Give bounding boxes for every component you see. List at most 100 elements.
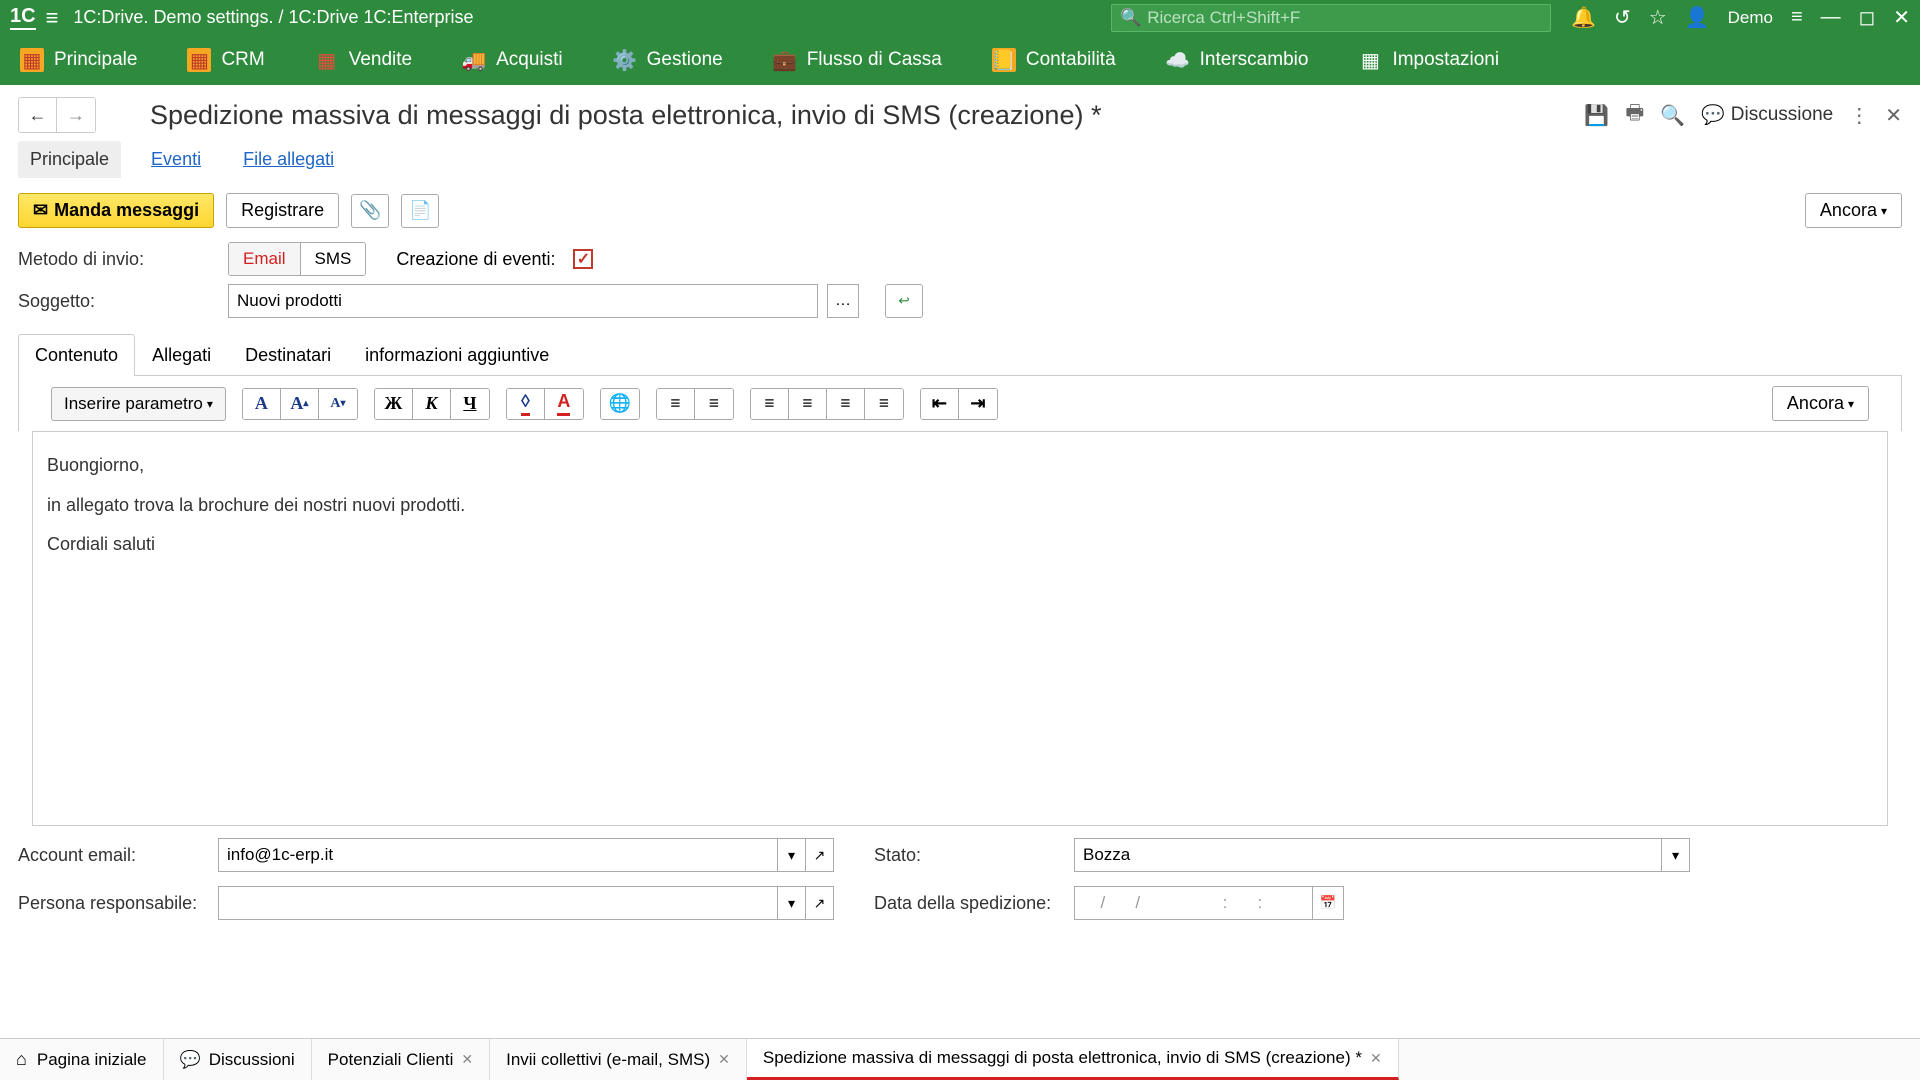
btab-invii[interactable]: Invii collettivi (e-mail, SMS) ✕ — [490, 1039, 747, 1080]
settings-icon[interactable]: ≡ — [1791, 6, 1803, 29]
indent-right-button[interactable]: ⇥ — [959, 389, 997, 419]
create-events-checkbox[interactable]: ✓ — [573, 249, 593, 269]
discussione-button[interactable]: 💬 Discussione — [1701, 103, 1833, 127]
print-icon[interactable]: 🖶 — [1625, 98, 1644, 132]
nav-gestione[interactable]: ⚙️Gestione — [613, 48, 723, 72]
bold-button[interactable]: Ж — [375, 389, 413, 419]
btab-spedizione[interactable]: Spedizione massiva di messaggi di posta … — [747, 1039, 1399, 1080]
link-button[interactable]: 🌐 — [601, 389, 639, 419]
account-input[interactable] — [218, 838, 778, 872]
nav-flusso[interactable]: 💼Flusso di Cassa — [773, 48, 942, 72]
btab-home[interactable]: ⌂ Pagina iniziale — [0, 1039, 164, 1080]
minimize-icon[interactable]: — — [1821, 6, 1841, 29]
blocks-icon: ▦ — [1358, 48, 1382, 72]
nav-contabilita[interactable]: 📒Contabilità — [992, 48, 1116, 72]
editor-toolbar: Inserire parametro A A▴ A▾ Ж К Ч ◊ A 🌐 ≡… — [18, 376, 1902, 431]
nav-vendite[interactable]: ▦Vendite — [315, 48, 412, 72]
font-increase-button[interactable]: A▴ — [281, 389, 319, 419]
account-open-button[interactable]: ↗ — [806, 838, 834, 872]
maximize-icon[interactable]: ◻ — [1859, 5, 1876, 30]
toggle-sms[interactable]: SMS — [301, 243, 366, 275]
indent-left-button[interactable]: ⇤ — [921, 389, 959, 419]
font-button[interactable]: A — [243, 389, 281, 419]
insert-parameter-button[interactable]: Inserire parametro — [51, 387, 226, 421]
save-icon[interactable]: 💾 — [1584, 103, 1609, 128]
star-icon[interactable]: ☆ — [1649, 5, 1667, 30]
template-icon: ↩ — [898, 293, 909, 309]
nav-acquisti[interactable]: 🚚Acquisti — [462, 48, 563, 72]
data-input[interactable] — [1074, 886, 1313, 920]
stato-dropdown-button[interactable]: ▾ — [1662, 838, 1690, 872]
nav-principale[interactable]: ▦Principale — [20, 48, 137, 72]
bell-icon[interactable]: 🔔 — [1571, 5, 1596, 30]
ancora-button[interactable]: Ancora — [1805, 193, 1902, 228]
persona-label: Persona responsabile: — [18, 893, 218, 914]
history-nav: ← → — [18, 97, 96, 133]
books-icon: 📒 — [992, 48, 1016, 72]
align-justify-button[interactable]: ≡ — [865, 389, 903, 419]
bullet-list-button[interactable]: ≡ — [657, 389, 695, 419]
align-left-button[interactable]: ≡ — [751, 389, 789, 419]
btab-discussioni[interactable]: 💬 Discussioni — [164, 1039, 312, 1080]
btab-potenziali[interactable]: Potenziali Clienti ✕ — [312, 1039, 490, 1080]
underline-button[interactable]: Ч — [451, 389, 489, 419]
close-tab-icon[interactable]: ✕ — [718, 1051, 730, 1068]
back-button[interactable]: ← — [19, 98, 57, 132]
page-header: ← → Spedizione massiva di messaggi di po… — [0, 85, 1920, 141]
close-page-icon[interactable]: ✕ — [1885, 103, 1902, 128]
cloud-icon: ☁️ — [1166, 48, 1190, 72]
search-page-icon[interactable]: 🔍 — [1660, 103, 1685, 128]
close-tab-icon[interactable]: ✕ — [1370, 1050, 1382, 1067]
close-tab-icon[interactable]: ✕ — [461, 1051, 473, 1068]
forward-button[interactable]: → — [57, 98, 95, 132]
subject-picker-button[interactable]: … — [827, 284, 859, 318]
editor-ancora-button[interactable]: Ancora — [1772, 386, 1869, 421]
account-label: Account email: — [18, 845, 218, 866]
envelope-icon: ✉ — [33, 200, 48, 221]
sales-icon: ▦ — [315, 48, 339, 72]
nav-interscambio[interactable]: ☁️Interscambio — [1166, 48, 1309, 72]
bottom-tabs: ⌂ Pagina iniziale 💬 Discussioni Potenzia… — [0, 1038, 1920, 1080]
editor-body[interactable]: Buongiorno, in allegato trova la brochur… — [32, 431, 1888, 826]
data-input-group: 📅 — [1074, 886, 1344, 920]
toggle-email[interactable]: Email — [229, 243, 301, 275]
subject-template-button[interactable]: ↩ — [885, 284, 923, 318]
history-icon[interactable]: ↺ — [1614, 5, 1631, 30]
global-search[interactable]: 🔍 Ricerca Ctrl+Shift+F — [1111, 4, 1551, 32]
align-center-button[interactable]: ≡ — [789, 389, 827, 419]
document-button[interactable]: 📄 — [401, 194, 439, 228]
highlight-button[interactable]: ◊ — [507, 389, 545, 419]
account-dropdown-button[interactable]: ▾ — [778, 838, 806, 872]
persona-dropdown-button[interactable]: ▾ — [778, 886, 806, 920]
register-button[interactable]: Registrare — [226, 193, 339, 228]
calendar-button[interactable]: 📅 — [1313, 886, 1344, 920]
ctab-destinatari[interactable]: Destinatari — [228, 334, 348, 376]
page-title: Spedizione massiva di messaggi di posta … — [150, 100, 1570, 131]
text-color-button[interactable]: A — [545, 389, 583, 419]
send-messages-button[interactable]: ✉ Manda messaggi — [18, 193, 214, 228]
tab-eventi[interactable]: Eventi — [139, 141, 213, 178]
close-icon[interactable]: ✕ — [1893, 5, 1910, 30]
attach-button[interactable]: 📎 — [351, 194, 389, 228]
more-icon[interactable]: ⋮ — [1849, 103, 1869, 128]
persona-combo: ▾ ↗ — [218, 886, 834, 920]
tab-principale[interactable]: Principale — [18, 141, 121, 178]
italic-button[interactable]: К — [413, 389, 451, 419]
subject-input[interactable] — [228, 284, 818, 318]
content-tabs: Contenuto Allegati Destinatari informazi… — [18, 334, 1902, 376]
tab-file-allegati[interactable]: File allegati — [231, 141, 346, 178]
hamburger-icon[interactable]: ≡ — [46, 5, 59, 31]
stato-input[interactable] — [1074, 838, 1662, 872]
persona-open-button[interactable]: ↗ — [806, 886, 834, 920]
ctab-contenuto[interactable]: Contenuto — [18, 334, 135, 376]
user-label: Demo — [1728, 8, 1773, 28]
ctab-allegati[interactable]: Allegati — [135, 334, 228, 376]
persona-input[interactable] — [218, 886, 778, 920]
number-list-button[interactable]: ≡ — [695, 389, 733, 419]
nav-impostazioni[interactable]: ▦Impostazioni — [1358, 48, 1499, 72]
ctab-info[interactable]: informazioni aggiuntive — [348, 334, 566, 376]
user-icon[interactable]: 👤 — [1685, 5, 1710, 30]
font-decrease-button[interactable]: A▾ — [319, 389, 357, 419]
nav-crm[interactable]: ▦CRM — [187, 48, 264, 72]
align-right-button[interactable]: ≡ — [827, 389, 865, 419]
